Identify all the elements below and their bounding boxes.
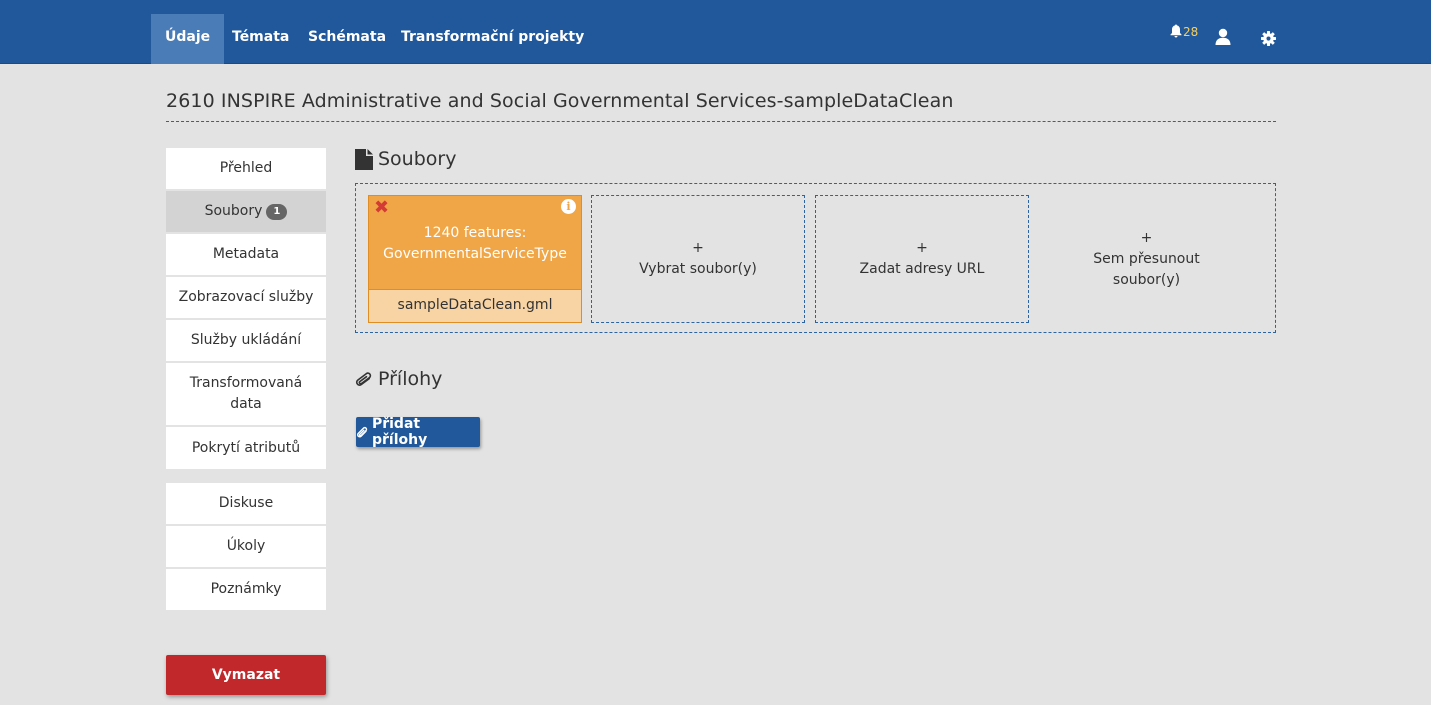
- files-upload-area: 1240 features: GovernmentalServiceType ✖…: [355, 183, 1276, 333]
- title-divider: [166, 121, 1276, 122]
- plus-icon: +: [692, 240, 704, 256]
- top-navbar: Údaje Témata Schémata Transformační proj…: [0, 0, 1431, 64]
- sidebar-item-diskuse[interactable]: Diskuse: [166, 483, 326, 526]
- notifications-button[interactable]: 28: [1170, 24, 1198, 40]
- file-feature-type: GovernmentalServiceType: [383, 246, 567, 262]
- sidebar-item-sluzby-ukladani[interactable]: Služby ukládání: [166, 320, 326, 363]
- info-icon[interactable]: i: [561, 199, 576, 214]
- page-title: 2610 INSPIRE Administrative and Social G…: [166, 90, 954, 112]
- sidebar-item-label: Úkoly: [226, 538, 266, 554]
- sidebar-item-label: Soubory: [204, 203, 263, 219]
- nav-schemata[interactable]: Schémata: [294, 14, 400, 64]
- delete-button[interactable]: Vymazat: [166, 655, 326, 695]
- attachments-heading-text: Přílohy: [378, 368, 443, 390]
- sidebar-item-pokryti-atributu[interactable]: Pokrytí atributů: [166, 427, 326, 469]
- sidebar-item-label: Přehled: [219, 160, 273, 176]
- sidebar-item-label: Poznámky: [210, 581, 282, 597]
- drop-zone-label: soubor(y): [1112, 271, 1181, 288]
- sidebar-item-label: Transformovaná data: [189, 375, 303, 412]
- nav-temata[interactable]: Témata: [218, 14, 303, 64]
- nav-udaje[interactable]: Údaje: [151, 14, 225, 64]
- attachments-heading: Přílohy: [355, 368, 442, 390]
- sidebar-item-zobrazovaci-sluzby[interactable]: Zobrazovací služby: [166, 277, 326, 320]
- file-name: sampleDataClean.gml: [369, 289, 581, 322]
- sidebar-item-label: Zobrazovací služby: [178, 289, 314, 305]
- sidebar-item-label: Pokrytí atributů: [191, 439, 301, 456]
- sidebar-item-label: Diskuse: [218, 495, 274, 511]
- plus-icon: +: [916, 240, 928, 256]
- select-files-label: Vybrat soubor(y): [639, 261, 757, 277]
- paperclip-icon: [356, 426, 368, 438]
- sidebar-item-metadata[interactable]: Metadata: [166, 234, 326, 277]
- file-feature-count: 1240 features:: [423, 225, 527, 241]
- nav-transformacni-projekty[interactable]: Transformační projekty: [387, 14, 598, 64]
- file-card[interactable]: 1240 features: GovernmentalServiceType ✖…: [368, 195, 582, 323]
- sidebar-item-transformovana-data[interactable]: Transformovaná data: [166, 363, 326, 427]
- sidebar-item-poznamky[interactable]: Poznámky: [166, 569, 326, 610]
- file-icon: [355, 148, 373, 170]
- sidebar-item-soubory[interactable]: Soubory 1: [166, 191, 326, 234]
- sidebar-menu: Přehled Soubory 1 Metadata Zobrazovací sl…: [166, 148, 326, 469]
- add-attachments-button[interactable]: Přidat přílohy: [356, 416, 480, 448]
- files-heading-text: Soubory: [378, 148, 457, 170]
- enter-urls-button[interactable]: + Zadat adresy URL: [815, 195, 1029, 323]
- gear-icon[interactable]: [1261, 31, 1276, 46]
- drop-zone-label: Sem přesunout: [1093, 250, 1200, 267]
- bell-icon: [1170, 24, 1182, 38]
- enter-urls-label: Zadat adresy URL: [859, 261, 985, 277]
- files-heading: Soubory: [355, 148, 456, 170]
- drop-zone[interactable]: + Sem přesunout soubor(y): [1036, 195, 1257, 323]
- plus-icon: +: [1140, 229, 1153, 246]
- sidebar-item-ukoly[interactable]: Úkoly: [166, 526, 326, 569]
- remove-file-icon[interactable]: ✖: [374, 197, 389, 218]
- files-count-badge: 1: [266, 203, 288, 220]
- add-attachments-label: Přidat přílohy: [371, 416, 428, 448]
- notification-count: 28: [1183, 25, 1199, 39]
- sidebar-item-label: Metadata: [212, 246, 280, 262]
- file-card-summary: 1240 features: GovernmentalServiceType: [369, 196, 581, 289]
- sidebar-secondary-menu: Diskuse Úkoly Poznámky: [166, 483, 326, 610]
- sidebar-item-label: Služby ukládání: [190, 332, 302, 348]
- sidebar-item-prehled[interactable]: Přehled: [166, 148, 326, 191]
- select-files-button[interactable]: + Vybrat soubor(y): [591, 195, 805, 323]
- paperclip-icon: [355, 372, 372, 386]
- user-icon[interactable]: [1215, 28, 1231, 45]
